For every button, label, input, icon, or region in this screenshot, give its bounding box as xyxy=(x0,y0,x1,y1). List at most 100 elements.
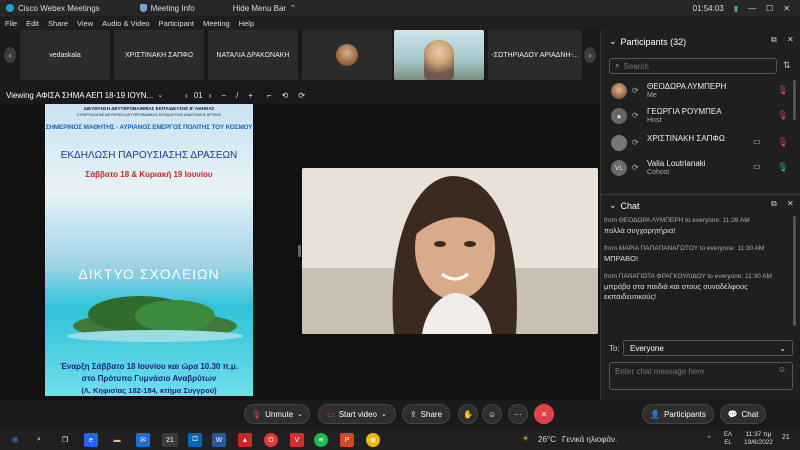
menu-participant[interactable]: Participant xyxy=(159,19,194,28)
zoom-out-button[interactable]: − xyxy=(221,91,226,100)
leave-meeting-button[interactable]: ✕ xyxy=(534,404,554,424)
avatar xyxy=(611,135,627,151)
participants-title: Participants (32) xyxy=(620,36,687,47)
poster-venue: στο Πρότυπο Γυμνάσιο Αναβρύτων xyxy=(81,374,217,383)
chevron-down-icon[interactable]: ⌄ xyxy=(609,36,617,47)
edge-icon[interactable]: e xyxy=(84,433,98,447)
muted-mic-icon[interactable]: 🎙 xyxy=(777,110,788,121)
fit-icon[interactable]: ⌐ xyxy=(267,91,272,100)
search-icon[interactable]: ⌕ xyxy=(32,433,46,447)
app-icon[interactable]: ▲ xyxy=(238,433,252,447)
windows-start-icon[interactable]: ⊞ xyxy=(8,433,22,447)
page-prev-icon[interactable]: ‹ xyxy=(185,91,188,100)
chat-text: ΜΠΡΑΒΟ! xyxy=(604,254,639,263)
participant-row[interactable]: VL ⟳ Valia Loutrianaki Cohost ▭ 🎙 xyxy=(601,157,800,181)
muted-mic-icon[interactable]: 🎙 xyxy=(777,85,788,96)
participant-role: Host xyxy=(647,117,662,124)
tray-chevron-icon[interactable]: ⌃ xyxy=(706,435,712,443)
task-view-icon[interactable]: ❐ xyxy=(58,433,72,447)
chat-text: πολλά συγχαρητήρια! xyxy=(604,226,676,235)
popout-icon[interactable]: ⧉ xyxy=(771,35,777,45)
reactions-icon[interactable]: ☺ xyxy=(482,404,502,424)
chat-scrollbar[interactable] xyxy=(793,216,796,326)
popout-icon[interactable]: ⧉ xyxy=(771,199,777,209)
teams-icon[interactable]: 21 xyxy=(162,433,178,447)
participant-row[interactable]: ● ⟳ ΓΕΩΡΓΙΑ ΡΟΥΜΠΕΑ Host 🎙 xyxy=(601,105,800,129)
menu-meeting[interactable]: Meeting xyxy=(203,19,230,28)
pdf-icon[interactable]: V xyxy=(290,433,304,447)
language-indicator[interactable]: ΕΛ EL xyxy=(724,431,732,447)
mail-icon[interactable]: ✉ xyxy=(136,433,150,447)
participant-row[interactable]: ⟳ ΘΕΟΔΩΡΑ ΛΥΜΠΕΡΗ Me 🎙 xyxy=(601,80,800,104)
word-icon[interactable]: W xyxy=(212,433,226,447)
file-explorer-icon[interactable]: ▬ xyxy=(110,433,124,447)
rotate-icon[interactable]: ⟲ xyxy=(282,91,289,100)
poster-address: (Λ. Κηφισίας 182-184, κτήμα Συγγρού) xyxy=(81,386,217,395)
zoom-in-button[interactable]: + xyxy=(248,91,253,100)
emoji-icon[interactable]: ☺ xyxy=(778,365,786,374)
video-camera-icon[interactable]: ▭ xyxy=(753,137,761,146)
avatar xyxy=(611,83,627,99)
muted-mic-icon[interactable]: 🎙 xyxy=(777,137,788,148)
chat-input-box[interactable]: ☺ xyxy=(609,362,793,390)
sort-icon[interactable]: ⇅ xyxy=(783,60,791,71)
poster-opening: Έναρξη Σάββατο 18 Ιουνίου και ώρα 10.30 … xyxy=(59,362,239,371)
chat-button[interactable]: 💬 Chat xyxy=(720,404,766,424)
video-camera-icon[interactable]: ▭ xyxy=(753,162,761,171)
participants-label: Participants xyxy=(664,409,706,419)
store-icon[interactable]: ⛋ xyxy=(188,433,202,447)
raise-hand-icon[interactable]: ✋ xyxy=(458,404,478,424)
rotate-right-icon[interactable]: ⟳ xyxy=(298,91,305,100)
meeting-info-button[interactable]: Meeting Info xyxy=(139,4,195,13)
search-input[interactable] xyxy=(623,61,764,71)
chat-recipient-select[interactable]: Everyone ⌄ xyxy=(623,340,793,356)
close-icon[interactable]: ✕ xyxy=(783,4,790,13)
thumbs-next-button[interactable]: › xyxy=(584,47,596,63)
participants-header: ⌄ Participants (32) xyxy=(609,36,686,47)
menu-audio-video[interactable]: Audio & Video xyxy=(102,19,149,28)
side-panel: ⌄ Participants (32) ⧉ ✕ ⌕ ⇅ ⟳ ΘΕΟΔΩΡΑ ΛΥ… xyxy=(600,30,800,430)
participant-search[interactable]: ⌕ xyxy=(609,58,777,74)
powerpoint-icon[interactable]: P xyxy=(340,433,354,447)
minimize-icon[interactable]: — xyxy=(748,4,756,13)
chevron-down-icon[interactable]: ⌄ xyxy=(609,200,617,211)
thumbnail-label: -ΣΩΤΗΡΙΑΔΟΥ ΑΡΙΑΔΝΗ-... xyxy=(491,51,579,59)
menu-share[interactable]: Share xyxy=(48,19,68,28)
thumbs-prev-button[interactable]: ‹ xyxy=(4,47,16,63)
thumbnail-christinaki[interactable]: ΧΡΙΣΤΙΝΑΚΗ ΣΑΠΦΩ xyxy=(114,30,204,80)
menu-edit[interactable]: Edit xyxy=(26,19,39,28)
thumbnail-drakonaki[interactable]: ΝΑΤΑΛΙΑ ΔΡΑΚΩΝΑΚΗ xyxy=(208,30,298,80)
maximize-icon[interactable]: ☐ xyxy=(766,4,773,13)
participants-button[interactable]: 👤 Participants xyxy=(642,404,714,424)
thumbnail-vedaskala[interactable]: vedaskala xyxy=(20,30,110,80)
chevron-up-icon: ⌃ xyxy=(290,5,296,12)
opera-icon[interactable]: O xyxy=(264,433,278,447)
participant-row[interactable]: ⟳ ΧΡΙΣΤΙΝΑΚΗ ΣΑΠΦΩ ▭ 🎙 xyxy=(601,132,800,156)
chevron-down-icon[interactable]: ⌄ xyxy=(157,91,163,99)
close-icon[interactable]: ✕ xyxy=(787,35,794,44)
participants-scrollbar[interactable] xyxy=(793,80,796,120)
clock[interactable]: 11:37 πμ 19/6/2022 xyxy=(744,431,773,447)
thumbnail-sotiriadou[interactable]: -ΣΩΤΗΡΙΑΔΟΥ ΑΡΙΑΔΝΗ-... xyxy=(488,30,582,80)
resize-handle[interactable] xyxy=(298,245,301,257)
unmute-button[interactable]: 🎙 Unmute ⌄ xyxy=(244,404,310,424)
share-button[interactable]: ⇪ Share xyxy=(402,404,450,424)
spotify-icon[interactable]: ≋ xyxy=(314,433,328,447)
notification-button[interactable]: 21 xyxy=(782,434,790,441)
start-video-button[interactable]: ▭ Start video ⌄ xyxy=(318,404,396,424)
thumbnail-video-2[interactable] xyxy=(394,30,484,80)
thumbnail-video-1[interactable] xyxy=(302,30,392,80)
close-icon[interactable]: ✕ xyxy=(787,199,794,208)
menu-help[interactable]: Help xyxy=(239,19,254,28)
shield-icon xyxy=(139,4,147,12)
menu-file[interactable]: File xyxy=(5,19,17,28)
title-bar: Cisco Webex Meetings Meeting Info Hide M… xyxy=(0,0,800,16)
chrome-icon[interactable]: ◉ xyxy=(366,433,380,447)
chat-input[interactable] xyxy=(615,367,765,376)
more-options-icon[interactable]: ··· xyxy=(508,404,528,424)
menu-view[interactable]: View xyxy=(77,19,93,28)
page-next-icon[interactable]: › xyxy=(209,91,212,100)
weather-text: Γενικά ηλιοφάν. xyxy=(562,435,618,444)
hide-menu-bar-button[interactable]: Hide Menu Bar ⌃ xyxy=(233,4,296,13)
mic-icon[interactable]: 🎙 xyxy=(777,162,788,173)
